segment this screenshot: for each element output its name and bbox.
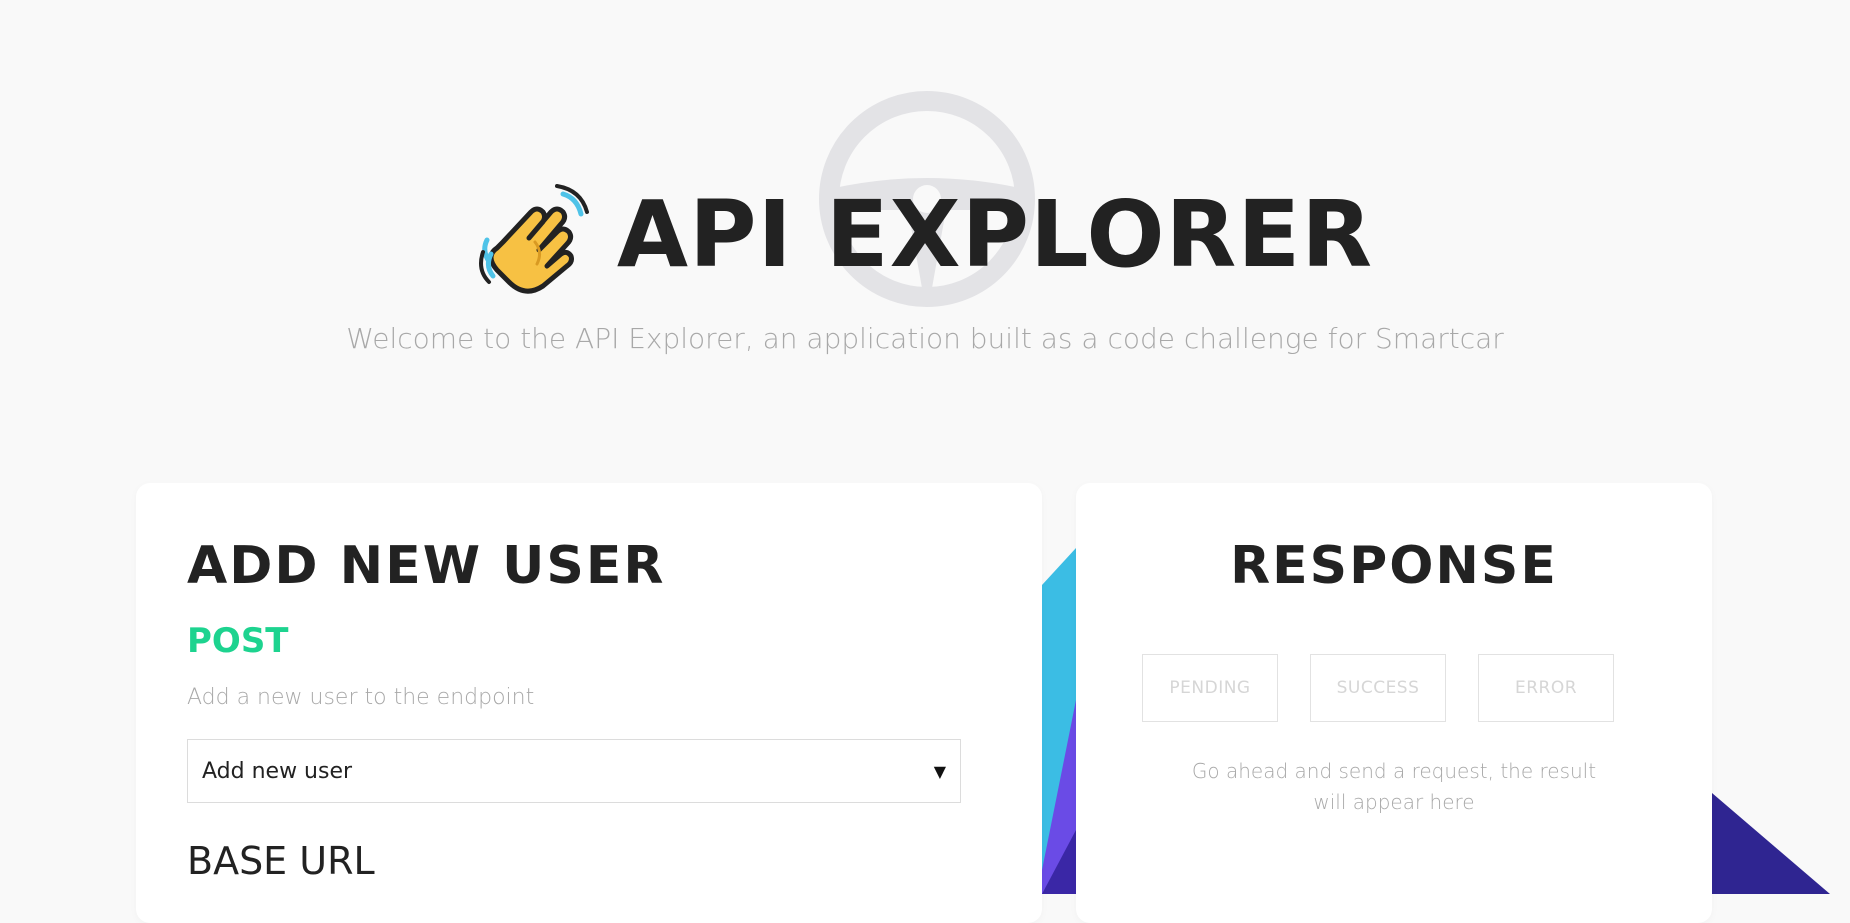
response-message: Go ahead and send a request, the result …	[1191, 759, 1597, 814]
endpoint-description: Add a new user to the endpoint	[187, 685, 535, 710]
chevron-down-icon: ▼	[933, 761, 946, 781]
status-indicators: PENDING SUCCESS ERROR	[1142, 654, 1614, 722]
base-url-label: BASE URL	[187, 839, 375, 883]
request-panel-title: ADD NEW USER	[187, 536, 666, 596]
response-panel-title: RESPONSE	[1230, 536, 1558, 596]
endpoint-select-value: Add new user	[202, 758, 353, 784]
http-method-badge: POST	[187, 621, 289, 661]
request-panel: ADD NEW USER POST Add a new user to the …	[136, 483, 1042, 923]
status-error: ERROR	[1478, 654, 1614, 722]
endpoint-select[interactable]: Add new user ▼	[187, 739, 961, 803]
page-title: API EXPLORER	[616, 181, 1374, 288]
waving-hand-icon	[478, 184, 589, 294]
page-subtitle: Welcome to the API Explorer, an applicat…	[346, 322, 1504, 355]
status-success: SUCCESS	[1310, 654, 1446, 722]
response-panel: RESPONSE PENDING SUCCESS ERROR Go ahead …	[1076, 483, 1712, 923]
indigo-corner-shape	[1712, 793, 1830, 894]
status-pending: PENDING	[1142, 654, 1278, 722]
title-row: API EXPLORER	[0, 175, 1850, 295]
